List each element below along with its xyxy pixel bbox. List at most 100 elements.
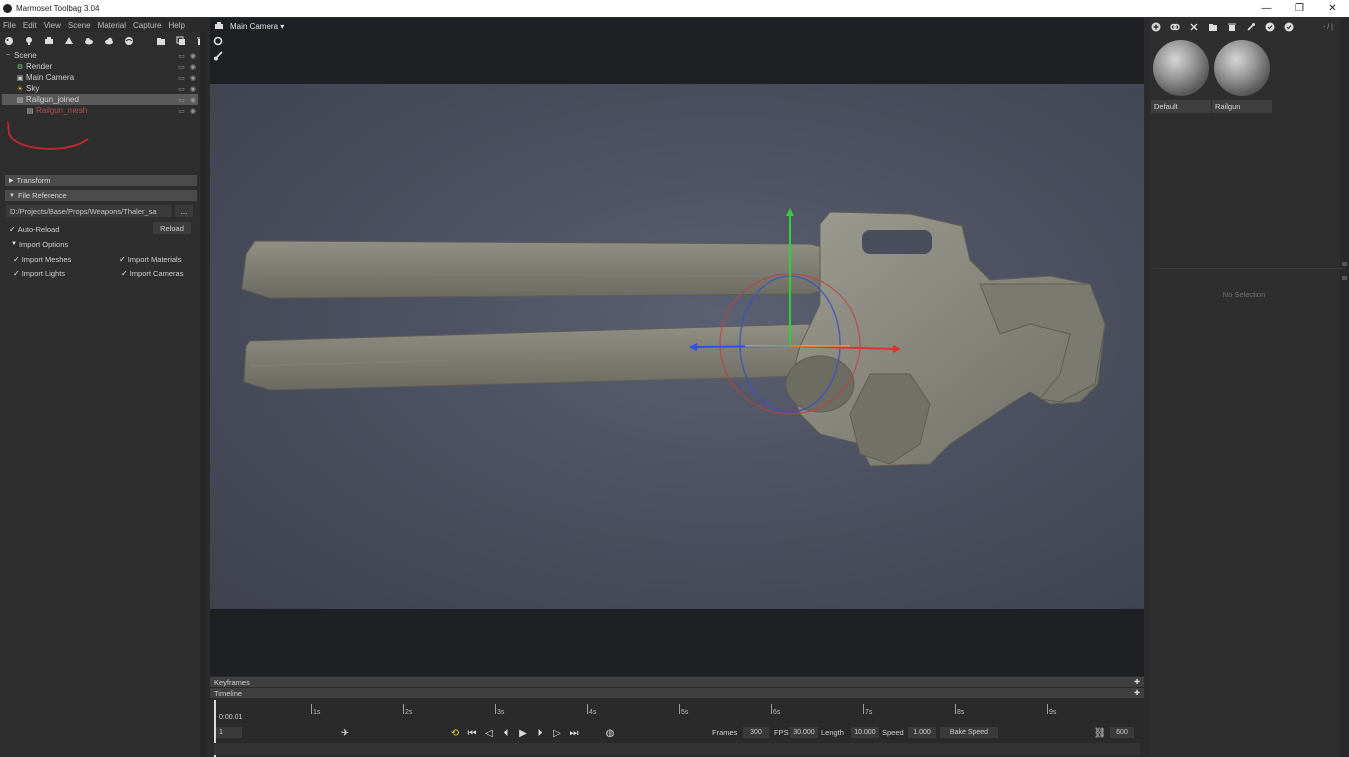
checkbox-label: Import Meshes bbox=[21, 254, 72, 264]
file-path-field[interactable]: D:/Projects/Base/Props/Weapons/Thaler_sa bbox=[6, 205, 171, 217]
import-materials-checkbox[interactable]: ✓ Import Materials bbox=[119, 253, 181, 265]
sky-icon[interactable] bbox=[124, 36, 134, 46]
fps-field[interactable]: 30.000 bbox=[790, 727, 818, 738]
lock-icon[interactable]: ▭ bbox=[178, 63, 185, 71]
minimize-button[interactable]: — bbox=[1250, 0, 1283, 17]
tree-item-railgun-mesh[interactable]: ▤ Railgun_mesh ▭ ◉ bbox=[2, 105, 198, 116]
link-icon[interactable] bbox=[1170, 22, 1180, 32]
speed-icon[interactable]: ◍ bbox=[603, 726, 617, 740]
step-back-icon[interactable]: ⏴ bbox=[499, 726, 513, 740]
length-field[interactable]: 10.000 bbox=[851, 727, 879, 738]
tree-item-scene[interactable]: − Scene ▭ ◉ bbox=[2, 50, 198, 61]
eye-icon[interactable]: ◉ bbox=[190, 74, 196, 82]
eye-icon[interactable]: ◉ bbox=[190, 96, 196, 104]
file-reference-section-header[interactable]: ▼ File Reference bbox=[5, 190, 197, 201]
reload-button[interactable]: Reload bbox=[153, 222, 191, 234]
prev-key-icon[interactable]: ◁ bbox=[482, 726, 496, 740]
import-cameras-checkbox[interactable]: ✓ Import Cameras bbox=[121, 267, 183, 279]
tree-item-main-camera[interactable]: ▣ Main Camera ▭ ◉ bbox=[2, 72, 198, 83]
menu-scene[interactable]: Scene bbox=[68, 21, 91, 30]
speed-label: Speed bbox=[882, 728, 904, 737]
cloud-icon[interactable] bbox=[104, 36, 114, 46]
check-icon[interactable] bbox=[1284, 22, 1294, 32]
collapse-icon[interactable]: − bbox=[4, 52, 12, 60]
transform-section-header[interactable]: ▶ Transform bbox=[5, 175, 197, 186]
folder-icon[interactable] bbox=[156, 36, 166, 46]
timeline-bar[interactable]: Timeline ✚ bbox=[210, 688, 1144, 698]
brush-icon[interactable] bbox=[213, 51, 223, 61]
frames-field[interactable]: 300 bbox=[743, 727, 769, 738]
menu-material[interactable]: Material bbox=[98, 21, 126, 30]
lock-icon[interactable]: ▭ bbox=[178, 96, 185, 104]
viewport-side-tools bbox=[213, 36, 223, 61]
panel-splitter[interactable] bbox=[200, 32, 205, 757]
next-key-icon[interactable]: ▷ bbox=[550, 726, 564, 740]
fog-icon[interactable] bbox=[84, 36, 94, 46]
tree-item-railgun-joined[interactable]: ▤ Railgun_joined ▭ ◉ bbox=[2, 94, 198, 105]
end-frame-field[interactable]: 600 bbox=[1110, 727, 1134, 738]
eyedropper-icon[interactable] bbox=[1246, 22, 1256, 32]
import-meshes-checkbox[interactable]: ✓ Import Meshes bbox=[13, 253, 71, 265]
auto-reload-checkbox[interactable]: ✓ Auto-Reload bbox=[9, 223, 59, 235]
camera-dropdown[interactable]: Main Camera ▾ bbox=[230, 22, 284, 31]
step-forward-icon[interactable]: ⏵ bbox=[533, 726, 547, 740]
duplicate-icon[interactable] bbox=[176, 36, 186, 46]
lock-icon[interactable]: ▭ bbox=[178, 85, 185, 93]
time-ruler[interactable]: 1s 2s 3s 4s 5s 6s 7s 8s 9s bbox=[214, 700, 1140, 722]
eye-icon[interactable]: ◉ bbox=[190, 85, 196, 93]
current-frame-field[interactable]: 1 bbox=[216, 727, 242, 738]
browse-button[interactable]: ... bbox=[175, 205, 193, 217]
lock-icon[interactable]: ▭ bbox=[178, 52, 185, 60]
eye-icon[interactable]: ◉ bbox=[190, 63, 196, 71]
menu-help[interactable]: Help bbox=[169, 21, 185, 30]
skip-to-end-icon[interactable]: ⏭ bbox=[567, 726, 581, 740]
eye-icon[interactable]: ◉ bbox=[190, 52, 196, 60]
material-thumb-railgun[interactable]: Railgun bbox=[1212, 38, 1272, 113]
3d-scene-render[interactable] bbox=[210, 84, 1144, 609]
viewport[interactable]: Main Camera ▾ bbox=[210, 18, 1144, 676]
menu-capture[interactable]: Capture bbox=[133, 21, 161, 30]
close-button[interactable]: ✕ bbox=[1316, 0, 1349, 17]
mesh-icon: ▤ bbox=[16, 96, 24, 104]
pin-icon[interactable]: ✚ bbox=[1134, 689, 1140, 697]
pin-icon[interactable]: ✚ bbox=[1134, 678, 1140, 686]
checkbox-label: Import Materials bbox=[127, 254, 182, 264]
bake-speed-button[interactable]: Bake Speed bbox=[940, 727, 998, 738]
import-options-header[interactable]: ▼ Import Options bbox=[11, 238, 68, 250]
scroll-handle[interactable] bbox=[1342, 276, 1347, 280]
add-icon[interactable] bbox=[1151, 22, 1161, 32]
link-icon[interactable]: ⛓ bbox=[1094, 726, 1107, 740]
loop-icon[interactable]: ⟲ bbox=[448, 726, 462, 740]
play-icon[interactable]: ▶ bbox=[516, 726, 530, 740]
tree-item-render[interactable]: ⚙ Render ▭ ◉ bbox=[2, 61, 198, 72]
railgun-model bbox=[241, 208, 1106, 467]
ruler-label: 1s bbox=[313, 709, 321, 716]
lock-icon[interactable]: ▭ bbox=[178, 74, 185, 82]
light-icon[interactable] bbox=[24, 36, 34, 46]
check-icon[interactable] bbox=[1265, 22, 1275, 32]
panel-scrollbar[interactable] bbox=[1340, 18, 1349, 757]
restore-button[interactable]: ❐ bbox=[1283, 0, 1316, 17]
menu-view[interactable]: View bbox=[44, 21, 61, 30]
auto-key-icon[interactable]: ✈ bbox=[338, 726, 352, 740]
scroll-handle[interactable] bbox=[1342, 262, 1347, 266]
trash-icon[interactable] bbox=[1227, 22, 1237, 32]
expand-arrow-icon: ▶ bbox=[9, 178, 14, 184]
skip-to-start-icon[interactable]: ⏮ bbox=[465, 726, 479, 740]
shadow-catcher-icon[interactable] bbox=[64, 36, 74, 46]
paint-icon[interactable] bbox=[4, 36, 14, 46]
scrub-track[interactable] bbox=[214, 743, 1140, 755]
material-thumb-default[interactable]: Default bbox=[1151, 38, 1211, 113]
eye-icon[interactable]: ◉ bbox=[190, 107, 196, 115]
speed-field[interactable]: 1.000 bbox=[908, 727, 936, 738]
unlink-icon[interactable] bbox=[1189, 22, 1199, 32]
menu-edit[interactable]: Edit bbox=[23, 21, 37, 30]
settings-icon[interactable] bbox=[213, 36, 223, 46]
menu-file[interactable]: File bbox=[3, 21, 16, 30]
lock-icon[interactable]: ▭ bbox=[178, 107, 185, 115]
import-lights-checkbox[interactable]: ✓ Import Lights bbox=[13, 267, 65, 279]
keyframes-bar[interactable]: Keyframes ✚ bbox=[210, 677, 1144, 687]
folder-icon[interactable] bbox=[1208, 22, 1218, 32]
camera-icon[interactable] bbox=[44, 36, 54, 46]
tree-item-sky[interactable]: ☀ Sky ▭ ◉ bbox=[2, 83, 198, 94]
